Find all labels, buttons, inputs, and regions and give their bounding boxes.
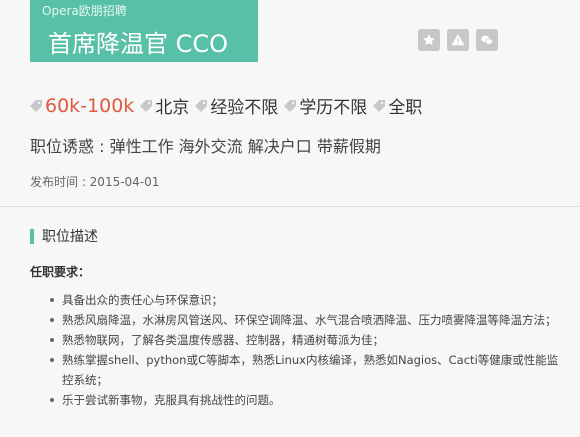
description-heading: 职位描述 xyxy=(30,226,98,246)
list-item: 熟练掌握shell、python或C等脚本，熟悉Linux内核编译，熟悉如Nag… xyxy=(48,350,568,390)
tag-icon xyxy=(373,99,386,112)
salary-tag: 60k-100k xyxy=(30,95,134,117)
tag-icon xyxy=(30,99,42,112)
tag-icon xyxy=(284,99,297,112)
wechat-icon xyxy=(481,35,493,45)
experience-value: 经验不限 xyxy=(210,98,279,118)
job-perks: 职位诱惑 : 弹性工作 海外交流 解决户口 带薪假期 xyxy=(30,137,381,156)
star-icon xyxy=(423,34,435,46)
education-tag: 学历不限 xyxy=(284,93,367,118)
requirements-list: 具备出众的责任心与环保意识； 熟悉风扇降温，水淋房风管送风、环保空调降温、水气混… xyxy=(48,290,568,410)
requirements-label: 任职要求： xyxy=(30,265,91,279)
job-title: 首席降温官 CCO xyxy=(48,30,229,58)
list-item: 熟悉风扇降温，水淋房风管送风、环保空调降温、水气混合喷洒降温、压力喷雾降温等降温… xyxy=(48,310,568,330)
experience-tag: 经验不限 xyxy=(195,93,278,118)
tag-icon xyxy=(140,99,153,112)
company-name[interactable]: Opera欧朋招聘 xyxy=(42,2,127,19)
list-item: 熟悉物联网，了解各类温度传感器、控制器，精通树莓派为佳； xyxy=(48,330,568,350)
section-divider xyxy=(0,206,580,207)
job-type-value: 全职 xyxy=(388,98,423,118)
list-item: 乐于尝试新事物，克服具有挑战性的问题。 xyxy=(48,390,568,410)
warning-icon xyxy=(451,34,465,46)
favorite-button[interactable] xyxy=(418,29,440,51)
heading-accent-bar xyxy=(30,228,34,244)
share-wechat-button[interactable] xyxy=(476,29,498,51)
job-title-banner: Opera欧朋招聘 首席降温官 CCO xyxy=(30,0,258,62)
list-item: 具备出众的责任心与环保意识； xyxy=(48,290,568,310)
city-tag: 北京 xyxy=(140,93,189,118)
tag-icon xyxy=(195,99,208,112)
action-icons xyxy=(418,29,498,51)
job-type-tag: 全职 xyxy=(373,93,422,118)
posted-date: 发布时间 : 2015-04-01 xyxy=(30,175,160,189)
city-value: 北京 xyxy=(155,98,190,118)
education-value: 学历不限 xyxy=(299,98,368,118)
salary-value: 60k-100k xyxy=(45,94,135,117)
report-button[interactable] xyxy=(447,29,469,51)
description-title: 职位描述 xyxy=(42,229,98,245)
job-tags: 60k-100k 北京 经验不限 学历不限 全职 xyxy=(30,93,428,118)
